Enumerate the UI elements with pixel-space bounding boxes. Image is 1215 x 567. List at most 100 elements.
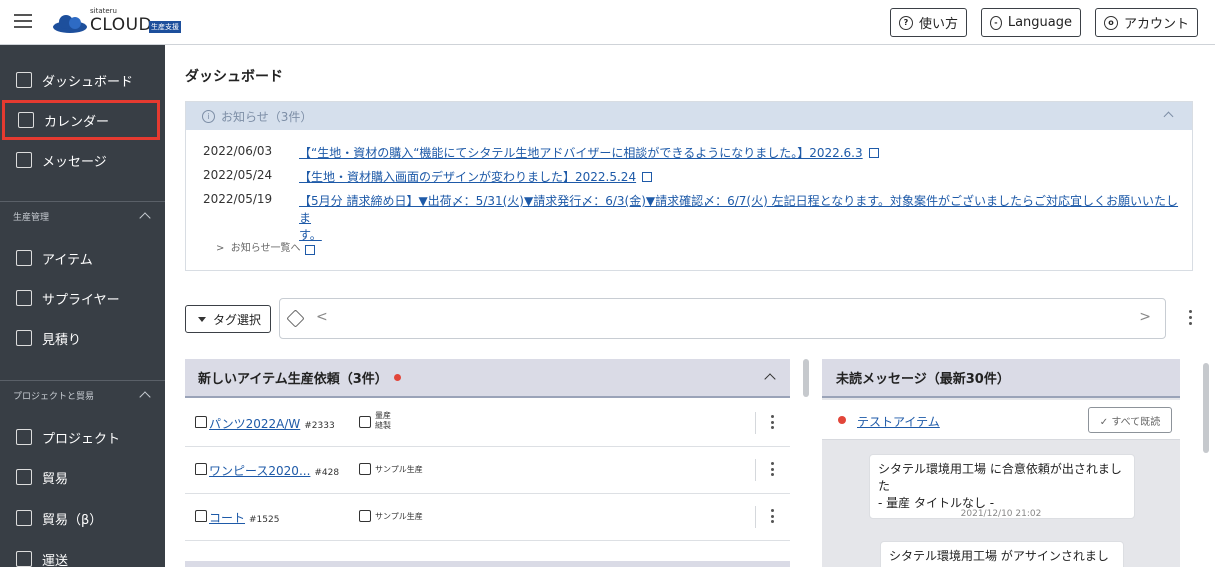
panel-title: 新しいアイテム生産依頼（3件） [198,372,388,387]
page-title: ダッシュボード [185,69,283,85]
sidebar-item-label: サプライヤー [42,292,120,308]
item-type: 量産 縫製 [375,411,391,430]
item-link[interactable]: コート #1525 [209,509,279,526]
sidebar-divider [0,201,165,202]
ship-icon [16,469,32,485]
estimate-icon [16,330,32,346]
logo-badge: 生産支援 [149,21,181,33]
message-text: シタテル環境用工場 に合意依頼が出されました [878,462,1122,493]
item-type: サンプル生産 [375,512,423,521]
item-id: #2333 [304,421,335,431]
notice-more-link[interactable]: > お知らせ一覧へ [216,239,301,254]
thumbs-up-icon [16,429,32,445]
new-items-header[interactable]: 新しいアイテム生産依頼（3件） [185,359,790,398]
tag-bar: タグ選択 < > [185,298,1193,339]
building-icon [16,290,32,306]
message-item-link[interactable]: テストアイテム [857,413,940,430]
sidebar-item-dashboard[interactable]: ダッシュボード [0,60,165,100]
chevron-up-icon [139,391,151,403]
scroll-left-icon[interactable]: < [316,309,328,325]
hamburger-menu-icon[interactable] [14,14,32,28]
message-icon [16,152,32,168]
sidebar-item-label: カレンダー [44,114,110,130]
item-id: #428 [314,468,340,478]
sidebar-item-label: ダッシュボード [42,74,134,90]
scroll-right-icon[interactable]: > [1139,309,1151,325]
sidebar-section-projects[interactable]: プロジェクトと貿易 [0,382,165,408]
box-icon [359,510,371,522]
account-button[interactable]: o アカウント [1095,8,1198,37]
tag-icon [286,309,305,328]
scrollbar[interactable] [1203,363,1209,453]
logo-brand: sitateru [90,7,117,15]
unread-messages-panel: 未読メッセージ（最新30件） テストアイテム ✓ すべて既読 シタテル環境用工場… [822,359,1180,567]
sidebar-section-title: プロジェクトと貿易 [13,391,95,402]
language-button[interactable]: - Language [981,8,1081,37]
sidebar-item-transport[interactable]: 運送 [0,539,165,567]
sidebar-item-messages[interactable]: メッセージ [0,140,165,180]
box-icon [359,463,371,475]
scrollbar[interactable] [803,359,809,397]
notice-date: 2022/05/19 [203,192,273,206]
sidebar-item-trade-beta[interactable]: 貿易（β） [0,498,165,538]
top-header: sitateru CLOUD 生産支援 ? 使い方 - Language o ア… [0,0,1215,45]
table-row: ワンピース2020... #428 サンプル生産 [185,447,790,494]
divider [755,459,756,481]
sidebar-item-items[interactable]: アイテム [0,238,165,278]
tag-select-label: タグ選択 [213,312,262,327]
notice-link[interactable]: 【“生地・資材の購入“機能にてシタテル生地アドバイザーに相談ができるようになりま… [299,144,879,161]
notice-header[interactable]: i お知らせ（3件） [186,102,1192,130]
notice-title: お知らせ（3件） [221,109,313,124]
notice-date: 2022/06/03 [203,144,273,158]
shirt-icon [195,463,207,475]
sidebar-item-label: メッセージ [42,154,107,170]
more-options-icon[interactable] [771,509,774,526]
external-link-icon [305,245,315,255]
table-row: パンツ2022A/W #2333 量産 縫製 [185,400,790,447]
help-icon: ? [899,15,913,30]
info-icon: i [202,109,215,123]
more-options-icon[interactable] [1189,310,1193,328]
logo-text: CLOUD [90,15,153,35]
divider [755,506,756,528]
sidebar-item-label: プロジェクト [42,431,121,447]
more-options-icon[interactable] [771,462,774,479]
more-options-icon[interactable] [771,415,774,432]
notice-link[interactable]: 【生地・資材購入画面のデザインが変わりました】2022.5.24 [299,168,653,185]
sidebar: ダッシュボード カレンダー メッセージ 生産管理 アイテム サプライヤー 見積り… [0,45,165,567]
new-items-panel: 新しいアイテム生産依頼（3件） パンツ2022A/W #2333 量産 縫製 ワンピ… [185,359,790,567]
item-link[interactable]: ワンピース2020... #428 [209,462,339,479]
chevron-up-icon [1163,111,1174,122]
sidebar-item-suppliers[interactable]: サプライヤー [0,278,165,318]
unread-dot [393,374,401,381]
notice-link[interactable]: 【5月分 請求締め日】▼出荷〆：5/31(火)▼請求発行〆：6/3(金)▼請求確… [299,192,1179,209]
item-type: サンプル生産 [375,465,423,474]
sidebar-item-calendar[interactable]: カレンダー [2,100,160,140]
tag-scroller[interactable]: < > [279,298,1166,339]
message-bubble: シタテル環境用工場 がアサインされました [880,541,1124,567]
sidebar-item-label: 見積り [42,332,82,348]
ship-icon [16,510,32,526]
transport-icon [16,551,32,567]
caret-down-icon [198,316,206,322]
logo[interactable]: sitateru CLOUD 生産支援 [52,7,192,39]
shirt-icon [195,510,207,522]
sidebar-item-estimates[interactable]: 見積り [0,318,165,358]
calendar-icon [18,112,34,128]
account-icon: o [1104,15,1118,30]
chevron-up-icon [139,212,151,224]
tag-select-button[interactable]: タグ選択 [185,305,271,333]
dashboard-icon [16,72,32,88]
item-link[interactable]: パンツ2022A/W #2333 [209,415,335,432]
shirt-icon [195,416,207,428]
help-button[interactable]: ? 使い方 [890,8,967,37]
sidebar-section-production[interactable]: 生産管理 [0,203,165,229]
list-icon [16,250,32,266]
sidebar-item-trade[interactable]: 貿易 [0,457,165,497]
cloud-logo-icon [53,15,87,33]
sidebar-item-projects[interactable]: プロジェクト [0,417,165,457]
notice-link[interactable]: ます。 [299,209,322,257]
notice-date: 2022/05/24 [203,168,273,182]
mark-all-read-button[interactable]: ✓ すべて既読 [1088,407,1172,433]
message-text: シタテル環境用工場 がアサインされました [889,549,1109,567]
